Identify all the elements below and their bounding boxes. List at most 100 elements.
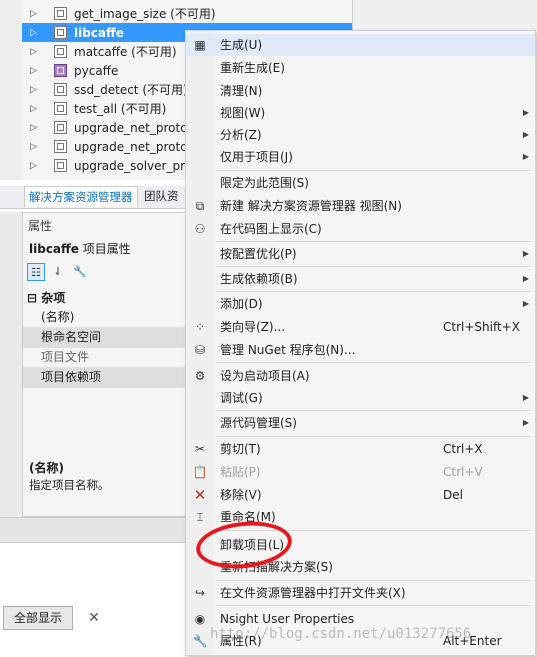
wrench-icon: 🔧 [192,634,208,648]
menu-item-analyze[interactable]: 分析(Z) ▶ [186,124,535,146]
menu-separator [216,266,531,267]
expand-arrow-icon[interactable]: ▷ [30,123,42,133]
expand-arrow-icon[interactable]: ▷ [30,142,42,152]
menu-item-clean[interactable]: 清理(N) [186,80,535,102]
menu-item-add[interactable]: 添加(D) ▶ [186,293,535,315]
menu-separator [216,170,531,171]
menu-item-set-startup[interactable]: ⚙ 设为启动项目(A) [186,365,535,387]
new-view-icon: ⧉ [195,199,205,213]
expand-arrow-icon[interactable]: ▷ [30,66,42,76]
menu-item-paste[interactable]: 📋 粘贴(P) Ctrl+V [186,461,535,483]
property-row-project-file[interactable]: 项目文件 [23,348,189,368]
menu-item-build[interactable]: ▦ 生成(U) [186,34,535,56]
submenu-arrow-icon: ▶ [522,108,529,117]
nuget-icon: ⛁ [194,343,206,357]
alphabetical-sort-icon[interactable]: ⇃ [49,263,67,281]
property-row-project-dependencies[interactable]: 项目依赖项 [23,368,189,388]
menu-item-rebuild[interactable]: 重新生成(E) [186,57,535,79]
menu-item-open-in-file-explorer[interactable]: ↪ 在文件资源管理器中打开文件夹(X) [186,582,535,604]
menu-item-source-control[interactable]: 源代码管理(S) ▶ [186,412,535,434]
build-icon: ▦ [194,38,206,52]
submenu-arrow-icon: ▶ [522,130,529,139]
paste-icon: 📋 [192,465,208,479]
tree-item-label: upgrade_net_protc [74,120,187,135]
close-icon[interactable]: ✕ [86,609,102,627]
expand-arrow-icon[interactable]: ▷ [30,85,42,95]
properties-panel: 属性 libcaffe 项目属性 ☷ ⇃ 🔧 ⊟ 杂项 (名称) 根命名空间 项… [22,212,190,517]
menu-item-remove[interactable]: ✕ 移除(V) Del [186,484,535,506]
expand-arrow-icon[interactable]: ▷ [30,9,42,19]
property-pages-wrench-icon[interactable]: 🔧 [71,263,89,281]
tree-item-label: test_all (不可用) [74,102,167,116]
menu-separator [216,580,531,581]
bottom-panel-header [0,517,190,543]
cpp-project-icon [54,45,67,58]
open-folder-icon: ↪ [194,586,206,600]
properties-toolbar: ☷ ⇃ 🔧 [27,263,89,283]
menu-item-class-wizard[interactable]: ⁘ 类向导(Z)... Ctrl+Shift+X [186,316,535,338]
expand-arrow-icon[interactable]: ▷ [30,28,42,38]
cpp-project-icon [54,159,67,172]
cpp-project-icon [54,102,67,115]
submenu-arrow-icon: ▶ [522,418,529,427]
properties-subject-name: libcaffe [29,242,79,256]
show-all-button[interactable]: 全部显示 [3,606,73,630]
cpp-project-icon [54,26,67,39]
menu-item-view[interactable]: 视图(W) ▶ [186,102,535,124]
tree-item-label: pycaffe [74,63,119,78]
scissors-icon: ✂ [194,442,206,456]
code-map-icon: ⚇ [194,222,206,236]
cpp-project-icon [54,7,67,20]
left-dock-strip [0,212,22,517]
cpp-project-icon [54,140,67,153]
tool-window-tabs: 解决方案资源管理器 团队资 [0,186,190,209]
menu-item-build-dependencies[interactable]: 生成依赖项(B) ▶ [186,268,535,290]
menu-item-cut[interactable]: ✂ 剪切(T) Ctrl+X [186,438,535,460]
expand-arrow-icon[interactable]: ▷ [30,161,42,171]
properties-grid: ⊟ 杂项 (名称) 根命名空间 项目文件 项目依赖项 [23,289,189,388]
menu-separator [216,436,531,437]
properties-subject-type: 项目属性 [82,242,131,256]
menu-separator [216,362,531,363]
tab-team-explorer[interactable]: 团队资 [140,186,183,206]
bottom-panel [0,542,190,657]
property-row-name[interactable]: (名称) [23,308,189,328]
tree-item-label: upgrade_net_protc [74,139,187,154]
cpp-project-icon [54,83,67,96]
expand-arrow-icon[interactable]: ▷ [30,47,42,57]
menu-item-show-on-code-map[interactable]: ⚇ 在代码图上显示(C) [186,218,535,240]
cpp-project-icon [54,121,67,134]
property-row-root-namespace[interactable]: 根命名空间 [23,328,189,348]
tab-solution-explorer[interactable]: 解决方案资源管理器 [24,186,138,207]
properties-subject[interactable]: libcaffe 项目属性 [29,240,131,257]
menu-separator [216,410,531,411]
menu-item-manage-nuget[interactable]: ⛁ 管理 NuGet 程序包(N)... [186,339,535,361]
nsight-icon: ◉ [194,612,206,626]
categorized-view-icon[interactable]: ☷ [27,263,45,281]
menu-item-new-explorer-view[interactable]: ⧉ 新建 解决方案资源管理器 视图(N) [186,195,535,217]
submenu-arrow-icon: ▶ [522,249,529,258]
menu-item-project-only[interactable]: 仅用于项目(J) ▶ [186,146,535,168]
menu-separator [216,605,531,606]
menu-item-profile-guided-optimization[interactable]: 按配置优化(P) ▶ [186,243,535,265]
tree-item-label: get_image_size (不可用) [74,7,216,21]
editor-area-fragment [352,0,537,30]
class-wizard-icon: ⁘ [194,320,206,334]
tree-item-label: upgrade_solver_pr [74,158,186,173]
remove-x-icon: ✕ [193,486,207,504]
category-label: 杂项 [41,291,66,305]
menu-item-scope-to-this[interactable]: 限定为此范围(S) [186,172,535,194]
tree-item-label: ssd_detect (不可用) [74,83,188,97]
submenu-arrow-icon: ▶ [522,152,529,161]
menu-item-debug[interactable]: 调试(G) ▶ [186,387,535,409]
collapse-minus-icon[interactable]: ⊟ [27,291,37,305]
submenu-arrow-icon: ▶ [522,299,529,308]
tree-item-get-image-size[interactable]: ▷ get_image_size (不可用) [22,4,352,23]
watermark: http://blog.csdn.net/u013277656 [210,626,472,642]
properties-caption: 属性 [28,219,53,233]
category-row[interactable]: ⊟ 杂项 [23,289,189,308]
expand-arrow-icon[interactable]: ▷ [30,104,42,114]
tree-item-label: matcaffe (不可用) [74,45,177,59]
rename-icon: ⌶ [196,510,204,524]
tree-item-label: libcaffe [74,25,124,40]
